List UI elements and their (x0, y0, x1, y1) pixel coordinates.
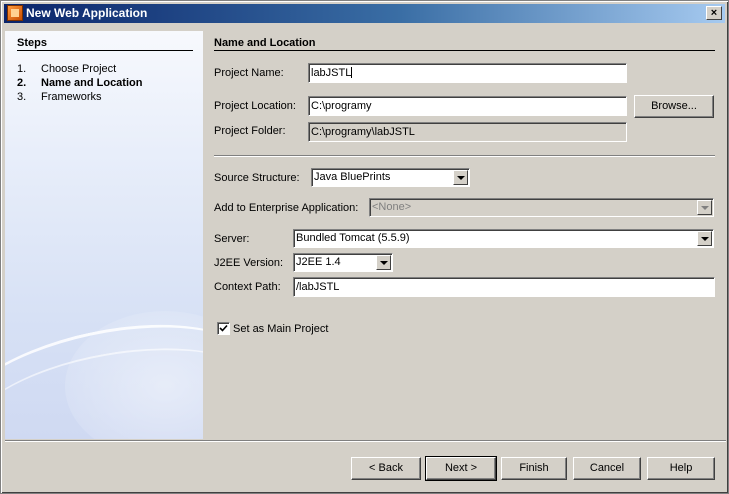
title-bar[interactable]: New Web Application × (4, 4, 725, 23)
chevron-down-icon[interactable] (453, 170, 468, 185)
project-name-value: labJSTL (311, 67, 352, 79)
section-heading: Name and Location (214, 37, 316, 49)
new-web-application-dialog: New Web Application × Steps 1. Choose Pro… (0, 0, 729, 494)
checkmark-icon (219, 324, 228, 332)
chevron-down-icon (697, 200, 712, 215)
j2ee-version-label: J2EE Version: (214, 257, 284, 269)
server-dropdown[interactable]: Bundled Tomcat (5.5.9) (293, 229, 714, 248)
step-frameworks: 3. Frameworks (17, 91, 102, 103)
j2ee-version-dropdown[interactable]: J2EE 1.4 (293, 253, 393, 272)
server-label: Server: (214, 233, 250, 245)
chevron-down-icon[interactable] (697, 231, 712, 246)
project-folder-label: Project Folder: (214, 125, 286, 137)
step-choose-project: 1. Choose Project (17, 63, 117, 75)
main-project-label[interactable]: Set as Main Project (233, 323, 328, 335)
steps-panel: Steps 1. Choose Project 2. Name and Locati… (5, 31, 203, 439)
step-name-and-location: 2. Name and Location (17, 77, 143, 89)
j2ee-version-value: J2EE 1.4 (296, 256, 341, 268)
project-name-label: Project Name: (214, 67, 284, 79)
server-value: Bundled Tomcat (5.5.9) (296, 232, 410, 244)
project-folder-field: C:\programy\labJSTL (308, 122, 627, 142)
netbeans-project-icon (7, 5, 23, 21)
project-location-label: Project Location: (214, 100, 296, 112)
context-path-label: Context Path: (214, 281, 281, 293)
finish-button[interactable]: Finish (501, 457, 567, 480)
help-button[interactable]: Help (647, 457, 715, 480)
source-structure-dropdown[interactable]: Java BluePrints (311, 168, 470, 187)
enterprise-app-dropdown: <None> (369, 198, 714, 217)
context-path-field[interactable]: /labJSTL (293, 277, 715, 297)
project-location-field[interactable]: C:\programy (308, 96, 627, 116)
separator (214, 155, 715, 157)
chevron-down-icon[interactable] (376, 255, 391, 270)
steps-heading: Steps (17, 37, 47, 49)
steps-divider (17, 50, 193, 51)
enterprise-app-value: <None> (372, 201, 412, 213)
browse-button[interactable]: Browse... (634, 95, 714, 118)
cancel-button[interactable]: Cancel (573, 457, 641, 480)
main-project-checkbox[interactable] (217, 322, 230, 335)
text-caret (351, 67, 353, 78)
source-structure-label: Source Structure: (214, 172, 300, 184)
source-structure-value: Java BluePrints (314, 171, 391, 183)
project-name-field[interactable]: labJSTL (308, 63, 627, 83)
close-button[interactable]: × (706, 6, 722, 20)
back-button[interactable]: < Back (351, 457, 421, 480)
wizard-content: Name and Location Project Name: labJSTL … (203, 31, 726, 439)
dialog-title: New Web Application (26, 6, 148, 20)
section-divider (214, 50, 715, 51)
next-button[interactable]: Next > (425, 456, 497, 481)
button-bar-divider (5, 440, 726, 442)
enterprise-app-label: Add to Enterprise Application: (214, 202, 359, 214)
